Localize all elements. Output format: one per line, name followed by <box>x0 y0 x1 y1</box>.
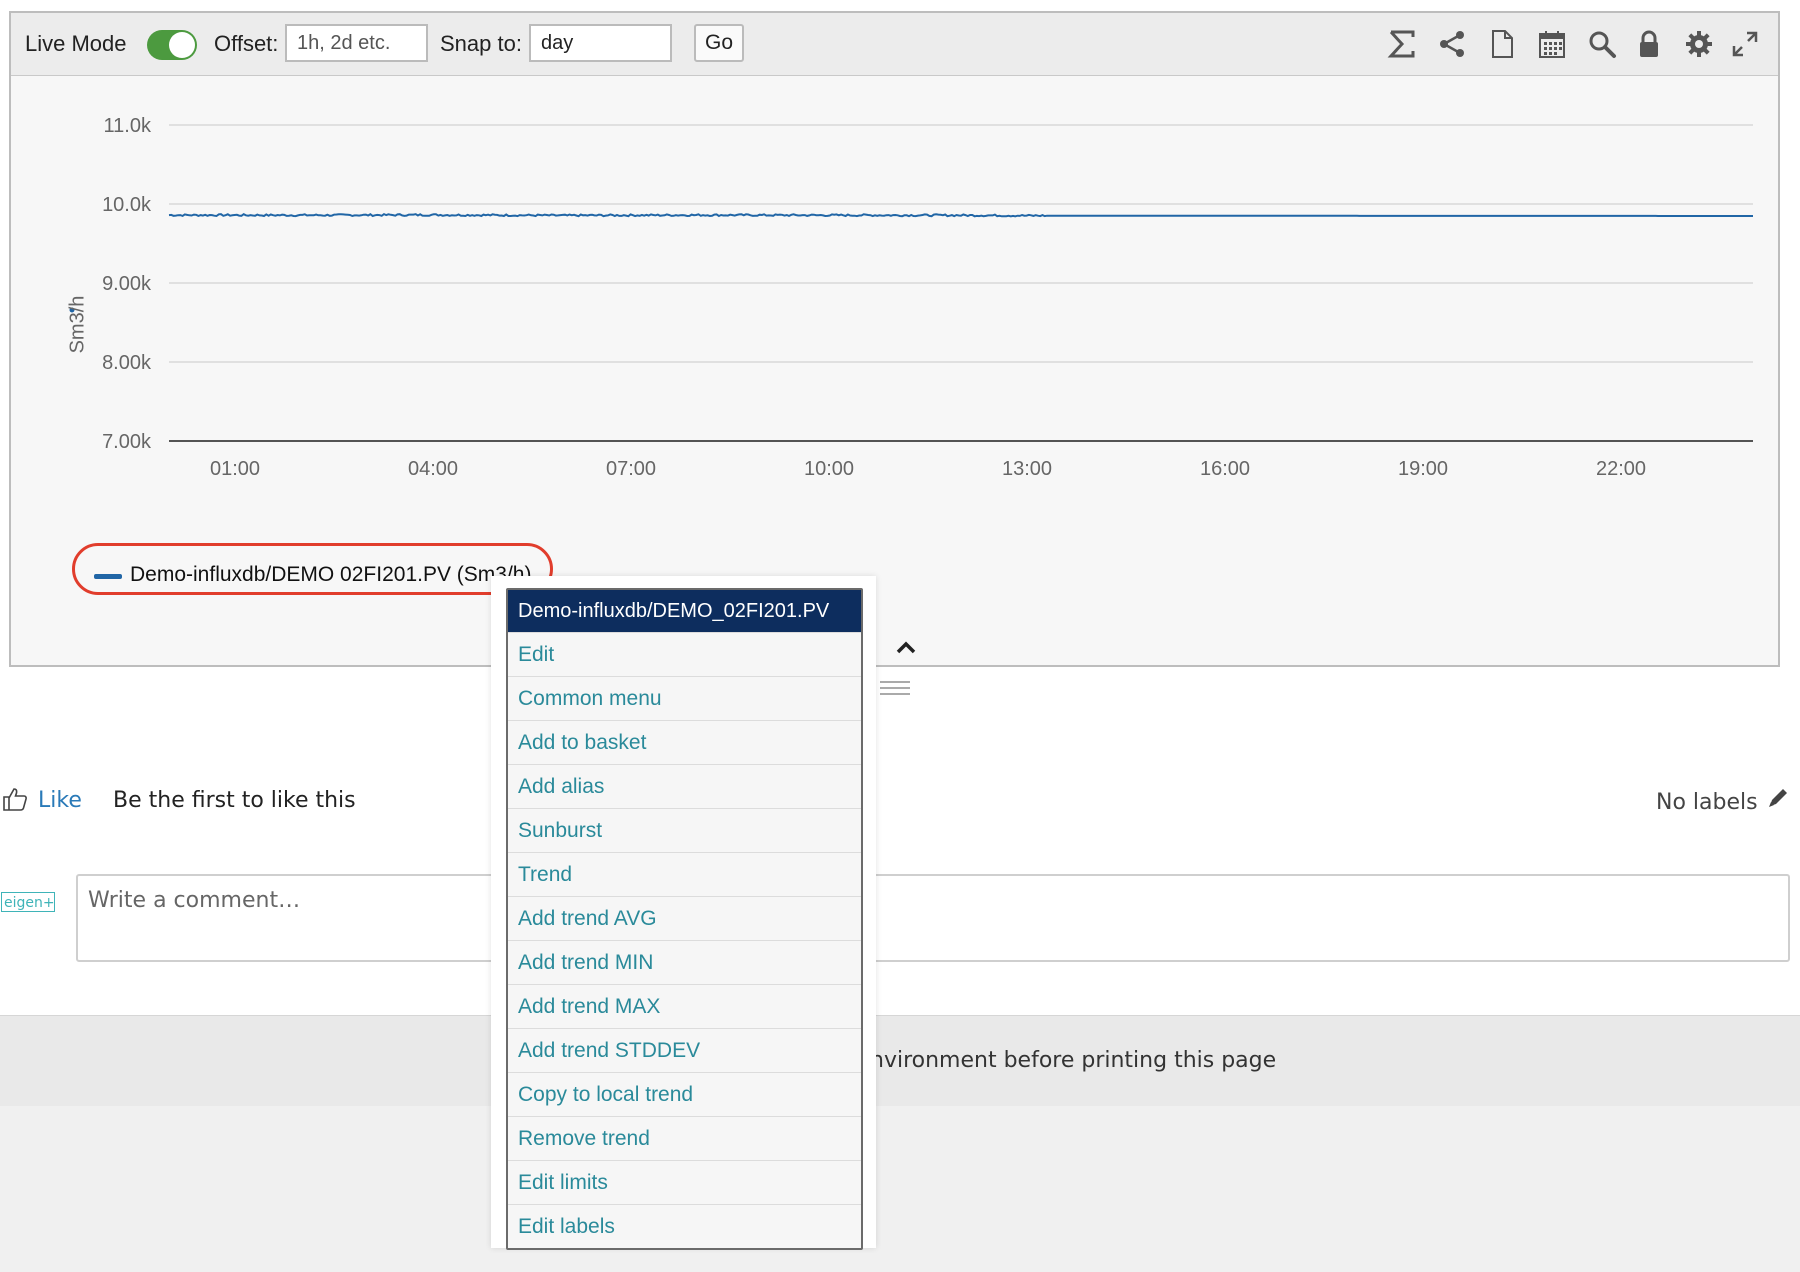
expand-icon[interactable] <box>1727 26 1763 62</box>
trend-toolbar: Live Mode Offset: Snap to: Go <box>11 13 1778 76</box>
trend-plot: 11.0k 10.0k 9.00k 8.00k 7.00k 01:00 04:00 07:0… <box>69 115 1753 480</box>
context-menu-header: Demo-influxdb/DEMO_02FI201.PV <box>508 590 861 632</box>
context-menu-item[interactable]: Edit labels <box>508 1204 861 1248</box>
calendar-icon[interactable] <box>1534 26 1570 62</box>
like-status-text: Be the first to like this <box>113 788 356 813</box>
thumbs-up-icon[interactable] <box>2 786 28 812</box>
context-menu-item[interactable]: Common menu <box>508 676 861 720</box>
context-menu-item[interactable]: Edit limits <box>508 1160 861 1204</box>
context-menu-item[interactable]: Sunburst <box>508 808 861 852</box>
context-menu-item[interactable]: Add trend MAX <box>508 984 861 1028</box>
go-button[interactable]: Go <box>694 24 744 62</box>
x-tick-label: 10:00 <box>804 458 854 480</box>
share-icon[interactable] <box>1434 26 1470 62</box>
document-icon[interactable] <box>1484 26 1520 62</box>
footer-notice: nvironment before printing this page <box>870 1048 1277 1073</box>
sigma-icon[interactable] <box>1384 26 1420 62</box>
offset-label: Offset: <box>214 31 279 56</box>
pencil-icon[interactable] <box>1766 786 1788 810</box>
y-tick-label: 11.0k <box>104 115 152 137</box>
context-menu: Demo-influxdb/DEMO_02FI201.PV Edit Common… <box>506 588 863 1250</box>
context-menu-item[interactable]: Add trend MIN <box>508 940 861 984</box>
y-tick-label: 9.00k <box>102 273 152 295</box>
context-menu-item[interactable]: Add trend STDDEV <box>508 1028 861 1072</box>
toggle-knob <box>169 32 195 58</box>
resize-handle-icon[interactable] <box>880 680 910 696</box>
x-tick-label: 01:00 <box>210 458 260 480</box>
x-tick-label: 13:00 <box>1002 458 1052 480</box>
context-menu-item[interactable]: Edit <box>508 632 861 676</box>
context-menu-item[interactable]: Add alias <box>508 764 861 808</box>
x-tick-label: 22:00 <box>1596 458 1646 480</box>
x-tick-label: 19:00 <box>1398 458 1448 480</box>
live-mode-label: Live Mode <box>25 31 127 56</box>
like-link[interactable]: Like <box>38 788 82 813</box>
collapse-chevron-up-icon[interactable] <box>891 633 921 663</box>
live-mode-toggle[interactable] <box>147 30 197 60</box>
context-menu-item[interactable]: Trend <box>508 852 861 896</box>
context-menu-item[interactable]: Copy to local trend <box>508 1072 861 1116</box>
avatar: eigen+ <box>1 892 55 912</box>
context-menu-item[interactable]: Add trend AVG <box>508 896 861 940</box>
offset-input[interactable] <box>285 24 428 62</box>
y-tick-label: 7.00k <box>102 431 152 453</box>
y-axis-label: Sm3/h <box>66 295 89 354</box>
legend-series-label[interactable]: Demo-influxdb/DEMO 02FI201.PV (Sm3/h) <box>130 563 531 587</box>
comment-input[interactable] <box>76 874 1790 962</box>
x-tick-label: 04:00 <box>408 458 458 480</box>
y-tick-label: 10.0k <box>102 194 152 216</box>
context-menu-item[interactable]: Remove trend <box>508 1116 861 1160</box>
legend-swatch <box>94 574 122 579</box>
x-tick-label: 07:00 <box>606 458 656 480</box>
gear-icon[interactable] <box>1681 26 1717 62</box>
search-icon[interactable] <box>1584 26 1620 62</box>
lock-icon[interactable] <box>1631 26 1667 62</box>
labels-status: No labels <box>1656 790 1758 815</box>
snap-label: Snap to: <box>440 31 522 56</box>
context-menu-item[interactable]: Add to basket <box>508 720 861 764</box>
x-tick-label: 16:00 <box>1200 458 1250 480</box>
y-tick-label: 8.00k <box>102 352 152 374</box>
series-line <box>168 212 1753 218</box>
snap-input[interactable] <box>529 24 672 62</box>
